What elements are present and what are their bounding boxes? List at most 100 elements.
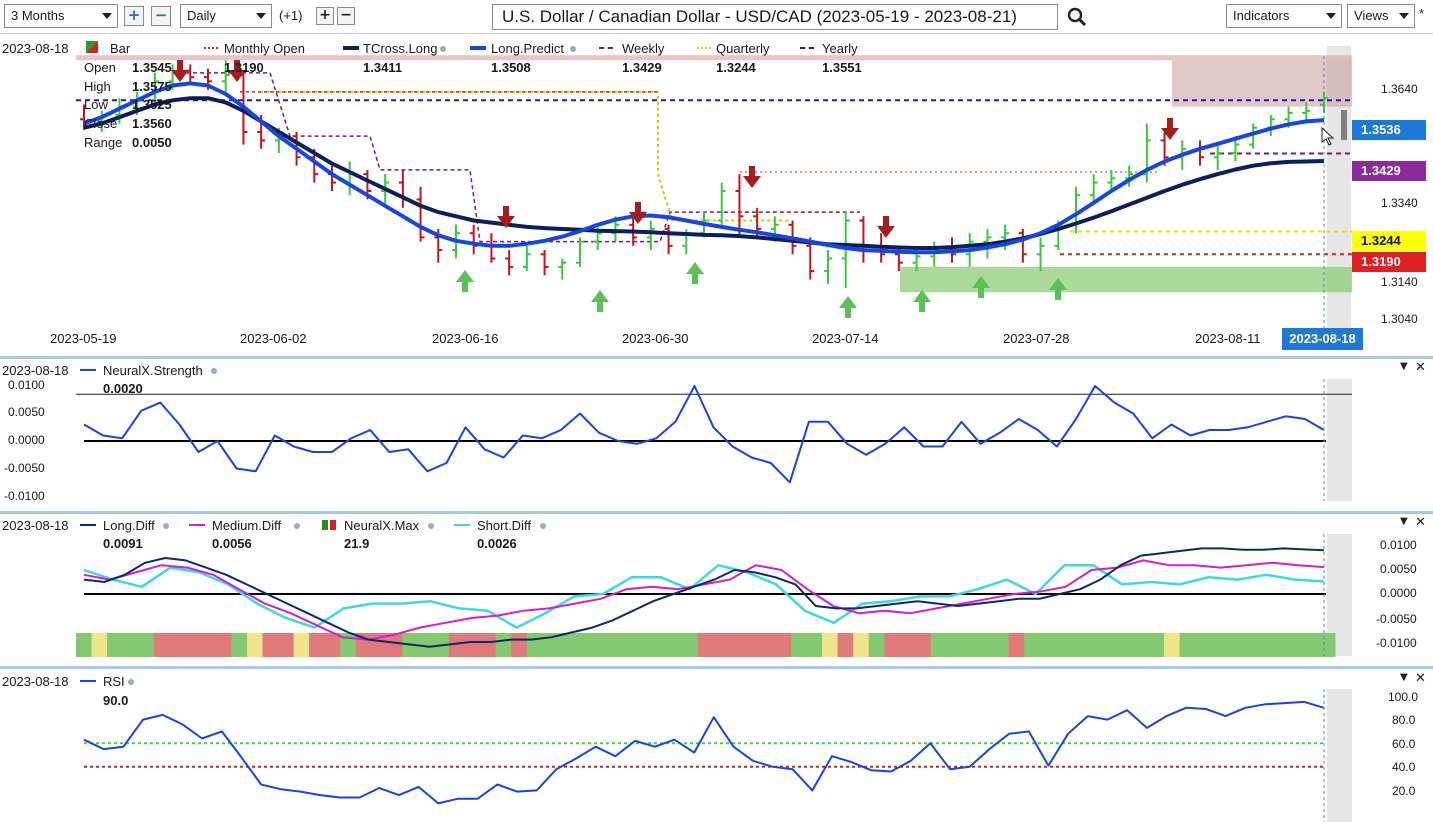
future-area xyxy=(1327,379,1352,501)
ohlc-high-value: 1.3575 xyxy=(132,79,172,94)
neuralx-max-block xyxy=(697,633,714,657)
legend-long-predict-value: 1.3508 xyxy=(491,60,531,75)
neuralx-max-block xyxy=(526,633,543,657)
neural-strength-chart[interactable] xyxy=(0,359,1433,511)
close-icon[interactable]: ✕ xyxy=(1415,360,1426,375)
neuralx-max-block xyxy=(557,633,574,657)
future-area xyxy=(1327,689,1352,822)
x-date: 2023-05-19 xyxy=(50,331,117,346)
y-tick: 0.0000 xyxy=(8,433,45,447)
offset-minus-button[interactable]: − xyxy=(337,7,355,25)
period-value: Daily xyxy=(187,8,216,23)
y-tick: 60.0 xyxy=(1392,737,1416,751)
neuralx-max-block xyxy=(1303,633,1320,657)
neuralx-max-block xyxy=(682,633,699,657)
diff-panel-date: 2023-08-18 xyxy=(2,518,69,533)
neuralx-max-block xyxy=(946,633,963,657)
neuralx-max-block xyxy=(1164,633,1181,657)
neuralx-max-block xyxy=(790,633,808,657)
neuralx-max-block xyxy=(884,633,901,657)
views-label: Views xyxy=(1354,8,1389,23)
neuralx-max-block xyxy=(635,633,652,657)
sell-arrow-icon xyxy=(743,166,761,188)
settings-dot-icon[interactable] xyxy=(128,679,134,685)
sell-arrow-icon xyxy=(877,216,895,238)
ohlc-close-value: 1.3560 xyxy=(132,116,172,131)
buy-arrow-icon xyxy=(591,290,609,312)
y-tick: 0.0050 xyxy=(8,405,45,419)
yearly-swatch xyxy=(800,47,814,49)
settings-dot-icon[interactable] xyxy=(570,46,576,52)
neuralx-max-swatch xyxy=(322,520,328,530)
asterisk-label: * xyxy=(1419,6,1425,21)
neuralx-max-block xyxy=(1179,633,1196,657)
settings-dot-icon[interactable] xyxy=(163,523,169,529)
neuralx-max-block xyxy=(1272,633,1289,657)
long-diff-line xyxy=(83,547,1325,648)
ohlc-range-value: 0.0050 xyxy=(132,135,172,150)
rsi-panel-date: 2023-08-18 xyxy=(2,674,69,689)
neuralx-max-block xyxy=(1257,633,1274,657)
settings-dot-icon[interactable] xyxy=(294,523,300,529)
settings-dot-icon[interactable] xyxy=(211,368,217,374)
chevron-down-icon[interactable]: ▼ xyxy=(1400,516,1408,527)
legend-monthly-open-value: 1.3190 xyxy=(224,60,264,75)
legend-yearly-value: 1.3551 xyxy=(822,60,862,75)
legend-monthly-open: Monthly Open xyxy=(224,41,305,56)
zoom-out-button[interactable]: − xyxy=(151,6,171,26)
chevron-down-icon xyxy=(256,13,266,19)
offset-plus-button[interactable]: + xyxy=(316,7,334,25)
neuralx-max-block xyxy=(76,633,93,657)
rsi-panel: 2023-08-18 RSI 90.0 100.0 80.0 60.0 40.0… xyxy=(0,669,1433,822)
neuralx-max-block xyxy=(122,633,139,657)
neuralx-max-block xyxy=(309,633,326,657)
y-tick: -0.0050 xyxy=(4,461,45,475)
price-chart[interactable] xyxy=(0,36,1433,356)
views-select[interactable]: Views xyxy=(1347,4,1415,28)
range-select[interactable]: 3 Months xyxy=(4,4,118,28)
x-date: 2023-08-11 xyxy=(1195,331,1261,346)
neuralx-max-block xyxy=(573,633,590,657)
legend-long-diff-value: 0.0091 xyxy=(103,536,143,551)
price-tag-monthly-open: 1.3190 xyxy=(1352,252,1426,272)
sell-arrow-icon xyxy=(171,60,189,82)
legend-medium-diff: Medium.Diff xyxy=(212,518,282,533)
zoom-in-button[interactable]: + xyxy=(124,6,144,26)
rsi-swatch xyxy=(80,680,96,682)
close-icon[interactable]: ✕ xyxy=(1415,671,1426,686)
neuralx-max-block xyxy=(1132,633,1149,657)
neuralx-max-block xyxy=(899,633,916,657)
neuralx-max-block xyxy=(728,633,745,657)
rsi-label: RSI xyxy=(103,674,125,689)
y-tick: -0.0100 xyxy=(1376,636,1417,650)
indicators-select[interactable]: Indicators xyxy=(1226,4,1342,28)
chevron-down-icon[interactable]: ▼ xyxy=(1400,672,1408,683)
search-icon[interactable] xyxy=(1066,6,1088,28)
legend-yearly: Yearly xyxy=(822,41,858,56)
settings-dot-icon[interactable] xyxy=(428,523,434,529)
neuralx-max-block xyxy=(713,633,730,657)
tcross-long-swatch xyxy=(343,46,359,50)
neuralx-max-block xyxy=(868,633,885,657)
rsi-chart[interactable] xyxy=(0,669,1433,822)
neuralx-max-block xyxy=(1195,633,1212,657)
neuralx-max-block xyxy=(1210,633,1227,657)
neuralx-max-block xyxy=(977,633,994,657)
settings-dot-icon[interactable] xyxy=(540,523,546,529)
symbol-title-field[interactable]: U.S. Dollar / Canadian Dollar - USD/CAD … xyxy=(492,4,1058,30)
buy-arrow-icon xyxy=(686,262,704,284)
neuralx-max-block xyxy=(588,633,605,657)
close-icon[interactable]: ✕ xyxy=(1415,515,1426,530)
legend-short-diff: Short.Diff xyxy=(477,518,531,533)
monthly-open-swatch xyxy=(204,47,218,49)
neuralx-max-block xyxy=(853,633,870,657)
neural-label: NeuralX.Strength xyxy=(103,363,203,378)
neuralx-max-block xyxy=(993,633,1010,657)
diff-panel: 2023-08-18 Long.Diff 0.0091 Medium.Diff … xyxy=(0,514,1433,666)
ohlc-low-label: Low xyxy=(84,97,108,112)
settings-dot-icon[interactable] xyxy=(440,46,446,52)
period-select[interactable]: Daily xyxy=(180,4,272,28)
medium-diff-line xyxy=(83,559,1325,641)
chevron-down-icon[interactable]: ▼ xyxy=(1400,361,1408,372)
neuralx-max-block xyxy=(231,633,248,657)
